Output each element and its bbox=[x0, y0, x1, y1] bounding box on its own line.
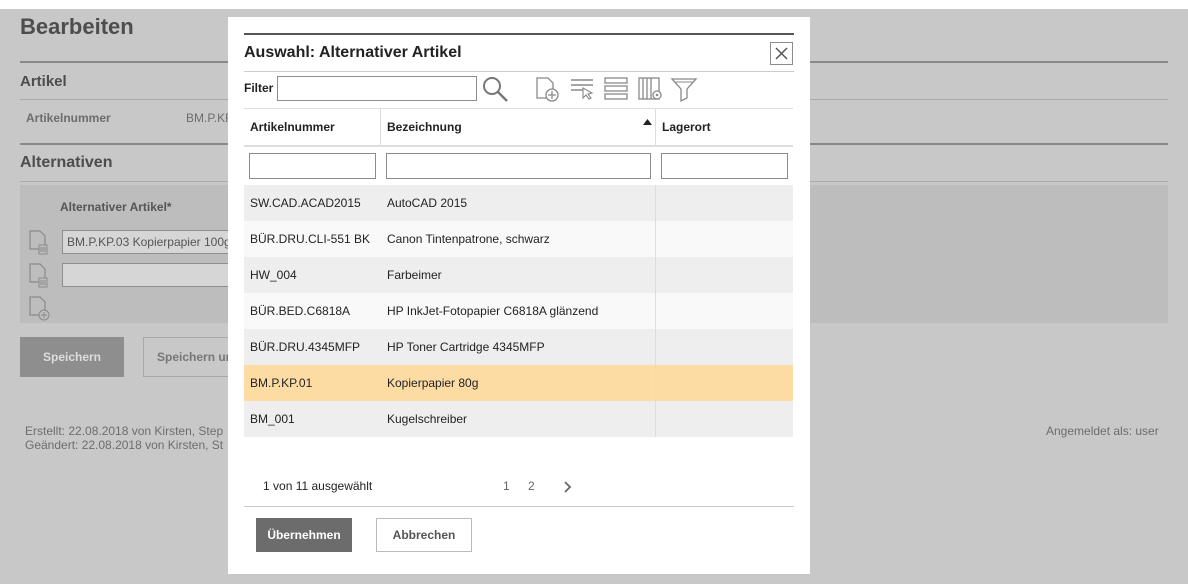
divider bbox=[244, 506, 794, 507]
filter-lagerort-input[interactable] bbox=[661, 153, 788, 179]
file-add-icon[interactable] bbox=[28, 296, 50, 322]
table-row[interactable]: BM.P.KP.01 Kopierpapier 80g bbox=[244, 365, 793, 401]
cell-artikelnummer: BM_001 bbox=[250, 412, 295, 426]
filter-input[interactable] bbox=[277, 76, 477, 101]
changed-info: Geändert: 22.08.2018 von Kirsten, St bbox=[25, 438, 224, 452]
logged-in-info: Angemeldet als: user bbox=[1046, 424, 1159, 438]
artikelnummer-value: BM.P.KF bbox=[186, 111, 233, 125]
table-row[interactable]: BÜR.BED.C6818A HP InkJet-Fotopapier C6818… bbox=[244, 293, 793, 329]
page-link-1[interactable]: 1 bbox=[503, 479, 510, 493]
cell-bezeichnung: HP Toner Cartridge 4345MFP bbox=[387, 340, 545, 354]
cell-artikelnummer: BÜR.BED.C6818A bbox=[250, 304, 351, 318]
cell-bezeichnung: Canon Tintenpatrone, schwarz bbox=[387, 232, 550, 246]
dialog-title: Auswahl: Alternativer Artikel bbox=[244, 44, 462, 61]
selection-status-text: von 11 ausgewählt bbox=[273, 479, 373, 493]
section-artikel-title: Artikel bbox=[20, 73, 67, 90]
column-separator bbox=[655, 221, 656, 257]
apply-button[interactable]: Übernehmen bbox=[256, 518, 352, 552]
table-header: Artikelnummer Bezeichnung Lagerort bbox=[244, 108, 793, 147]
cell-lagerort bbox=[656, 221, 793, 257]
cell-lagerort bbox=[656, 293, 793, 329]
file-delete-icon[interactable] bbox=[28, 230, 50, 256]
column-separator bbox=[655, 185, 656, 221]
cell-artikelnummer: SW.CAD.ACAD2015 bbox=[250, 196, 361, 210]
divider bbox=[244, 71, 794, 72]
cell-bezeichnung: Farbeimer bbox=[387, 268, 442, 282]
sort-ascending-icon[interactable] bbox=[643, 119, 652, 125]
column-separator bbox=[655, 329, 656, 365]
table-row[interactable]: BM_001 Kugelschreiber bbox=[244, 401, 793, 437]
page-link-2[interactable]: 2 bbox=[528, 479, 535, 493]
row-selection-icon[interactable] bbox=[569, 75, 597, 103]
created-info: Erstellt: 22.08.2018 von Kirsten, Step bbox=[25, 424, 224, 438]
cell-artikelnummer: BÜR.DRU.4345MFP bbox=[250, 340, 361, 354]
cell-lagerort bbox=[656, 185, 793, 221]
add-document-icon[interactable] bbox=[534, 75, 562, 103]
column-header-lagerort[interactable]: Lagerort bbox=[656, 109, 793, 146]
artikelnummer-label: Artikelnummer bbox=[26, 111, 111, 125]
selection-status: 1 von 11 ausgewählt bbox=[263, 479, 372, 493]
column-separator bbox=[655, 401, 656, 437]
page-title: Bearbeiten bbox=[20, 14, 134, 39]
filter-row bbox=[244, 147, 793, 185]
alt-article-input-2[interactable] bbox=[62, 263, 232, 287]
close-button[interactable] bbox=[770, 42, 793, 65]
cell-artikelnummer: BÜR.DRU.CLI-551 BK bbox=[250, 232, 371, 246]
top-bar bbox=[0, 0, 1188, 9]
cell-lagerort bbox=[656, 401, 793, 437]
cancel-button[interactable]: Abbrechen bbox=[376, 518, 472, 552]
table-row[interactable]: BÜR.DRU.4345MFP HP Toner Cartridge 4345MF… bbox=[244, 329, 793, 365]
alt-column-label: Alternativer Artikel* bbox=[60, 200, 172, 214]
selection-count: 1 bbox=[263, 479, 270, 493]
next-page-icon[interactable] bbox=[563, 481, 573, 493]
save-button[interactable]: Speichern bbox=[20, 337, 124, 377]
table-row[interactable]: BÜR.DRU.CLI-551 BK Canon Tintenpatrone, s… bbox=[244, 221, 793, 257]
filter-bezeichnung-input[interactable] bbox=[386, 153, 651, 179]
cell-bezeichnung: Kopierpapier 80g bbox=[387, 376, 479, 390]
cell-lagerort bbox=[656, 329, 793, 365]
search-icon[interactable] bbox=[481, 75, 509, 103]
dialog-top-rule bbox=[244, 33, 794, 35]
cell-artikelnummer: HW_004 bbox=[250, 268, 297, 282]
list-view-icon[interactable] bbox=[603, 75, 631, 103]
selection-dialog: Auswahl: Alternativer Artikel Filter Art… bbox=[228, 17, 810, 574]
table-row[interactable]: SW.CAD.ACAD2015 AutoCAD 2015 bbox=[244, 185, 793, 221]
column-separator bbox=[655, 293, 656, 329]
table-row[interactable]: HW_004 Farbeimer bbox=[244, 257, 793, 293]
column-header-bezeichnung[interactable]: Bezeichnung bbox=[381, 109, 655, 146]
cell-artikelnummer: BM.P.KP.01 bbox=[250, 376, 313, 390]
filter-label: Filter bbox=[244, 81, 274, 95]
cell-bezeichnung: Kugelschreiber bbox=[387, 412, 468, 426]
file-delete-icon[interactable] bbox=[28, 263, 50, 289]
column-separator bbox=[655, 109, 656, 146]
column-separator bbox=[655, 365, 656, 401]
column-separator bbox=[380, 109, 381, 146]
alt-article-input-1[interactable]: BM.P.KP.03 Kopierpapier 100g bbox=[62, 230, 232, 254]
cell-lagerort bbox=[656, 257, 793, 293]
close-icon bbox=[775, 47, 788, 60]
column-header-artikelnummer[interactable]: Artikelnummer bbox=[244, 109, 380, 146]
cell-lagerort bbox=[656, 365, 793, 401]
cell-bezeichnung: HP InkJet-Fotopapier C6818A glänzend bbox=[387, 304, 599, 318]
section-alternativen-title: Alternativen bbox=[20, 154, 113, 171]
filter-icon[interactable] bbox=[670, 75, 698, 103]
cell-bezeichnung: AutoCAD 2015 bbox=[387, 196, 468, 210]
column-separator bbox=[655, 257, 656, 293]
filter-artikelnummer-input[interactable] bbox=[249, 153, 376, 179]
column-settings-icon[interactable] bbox=[637, 75, 665, 103]
